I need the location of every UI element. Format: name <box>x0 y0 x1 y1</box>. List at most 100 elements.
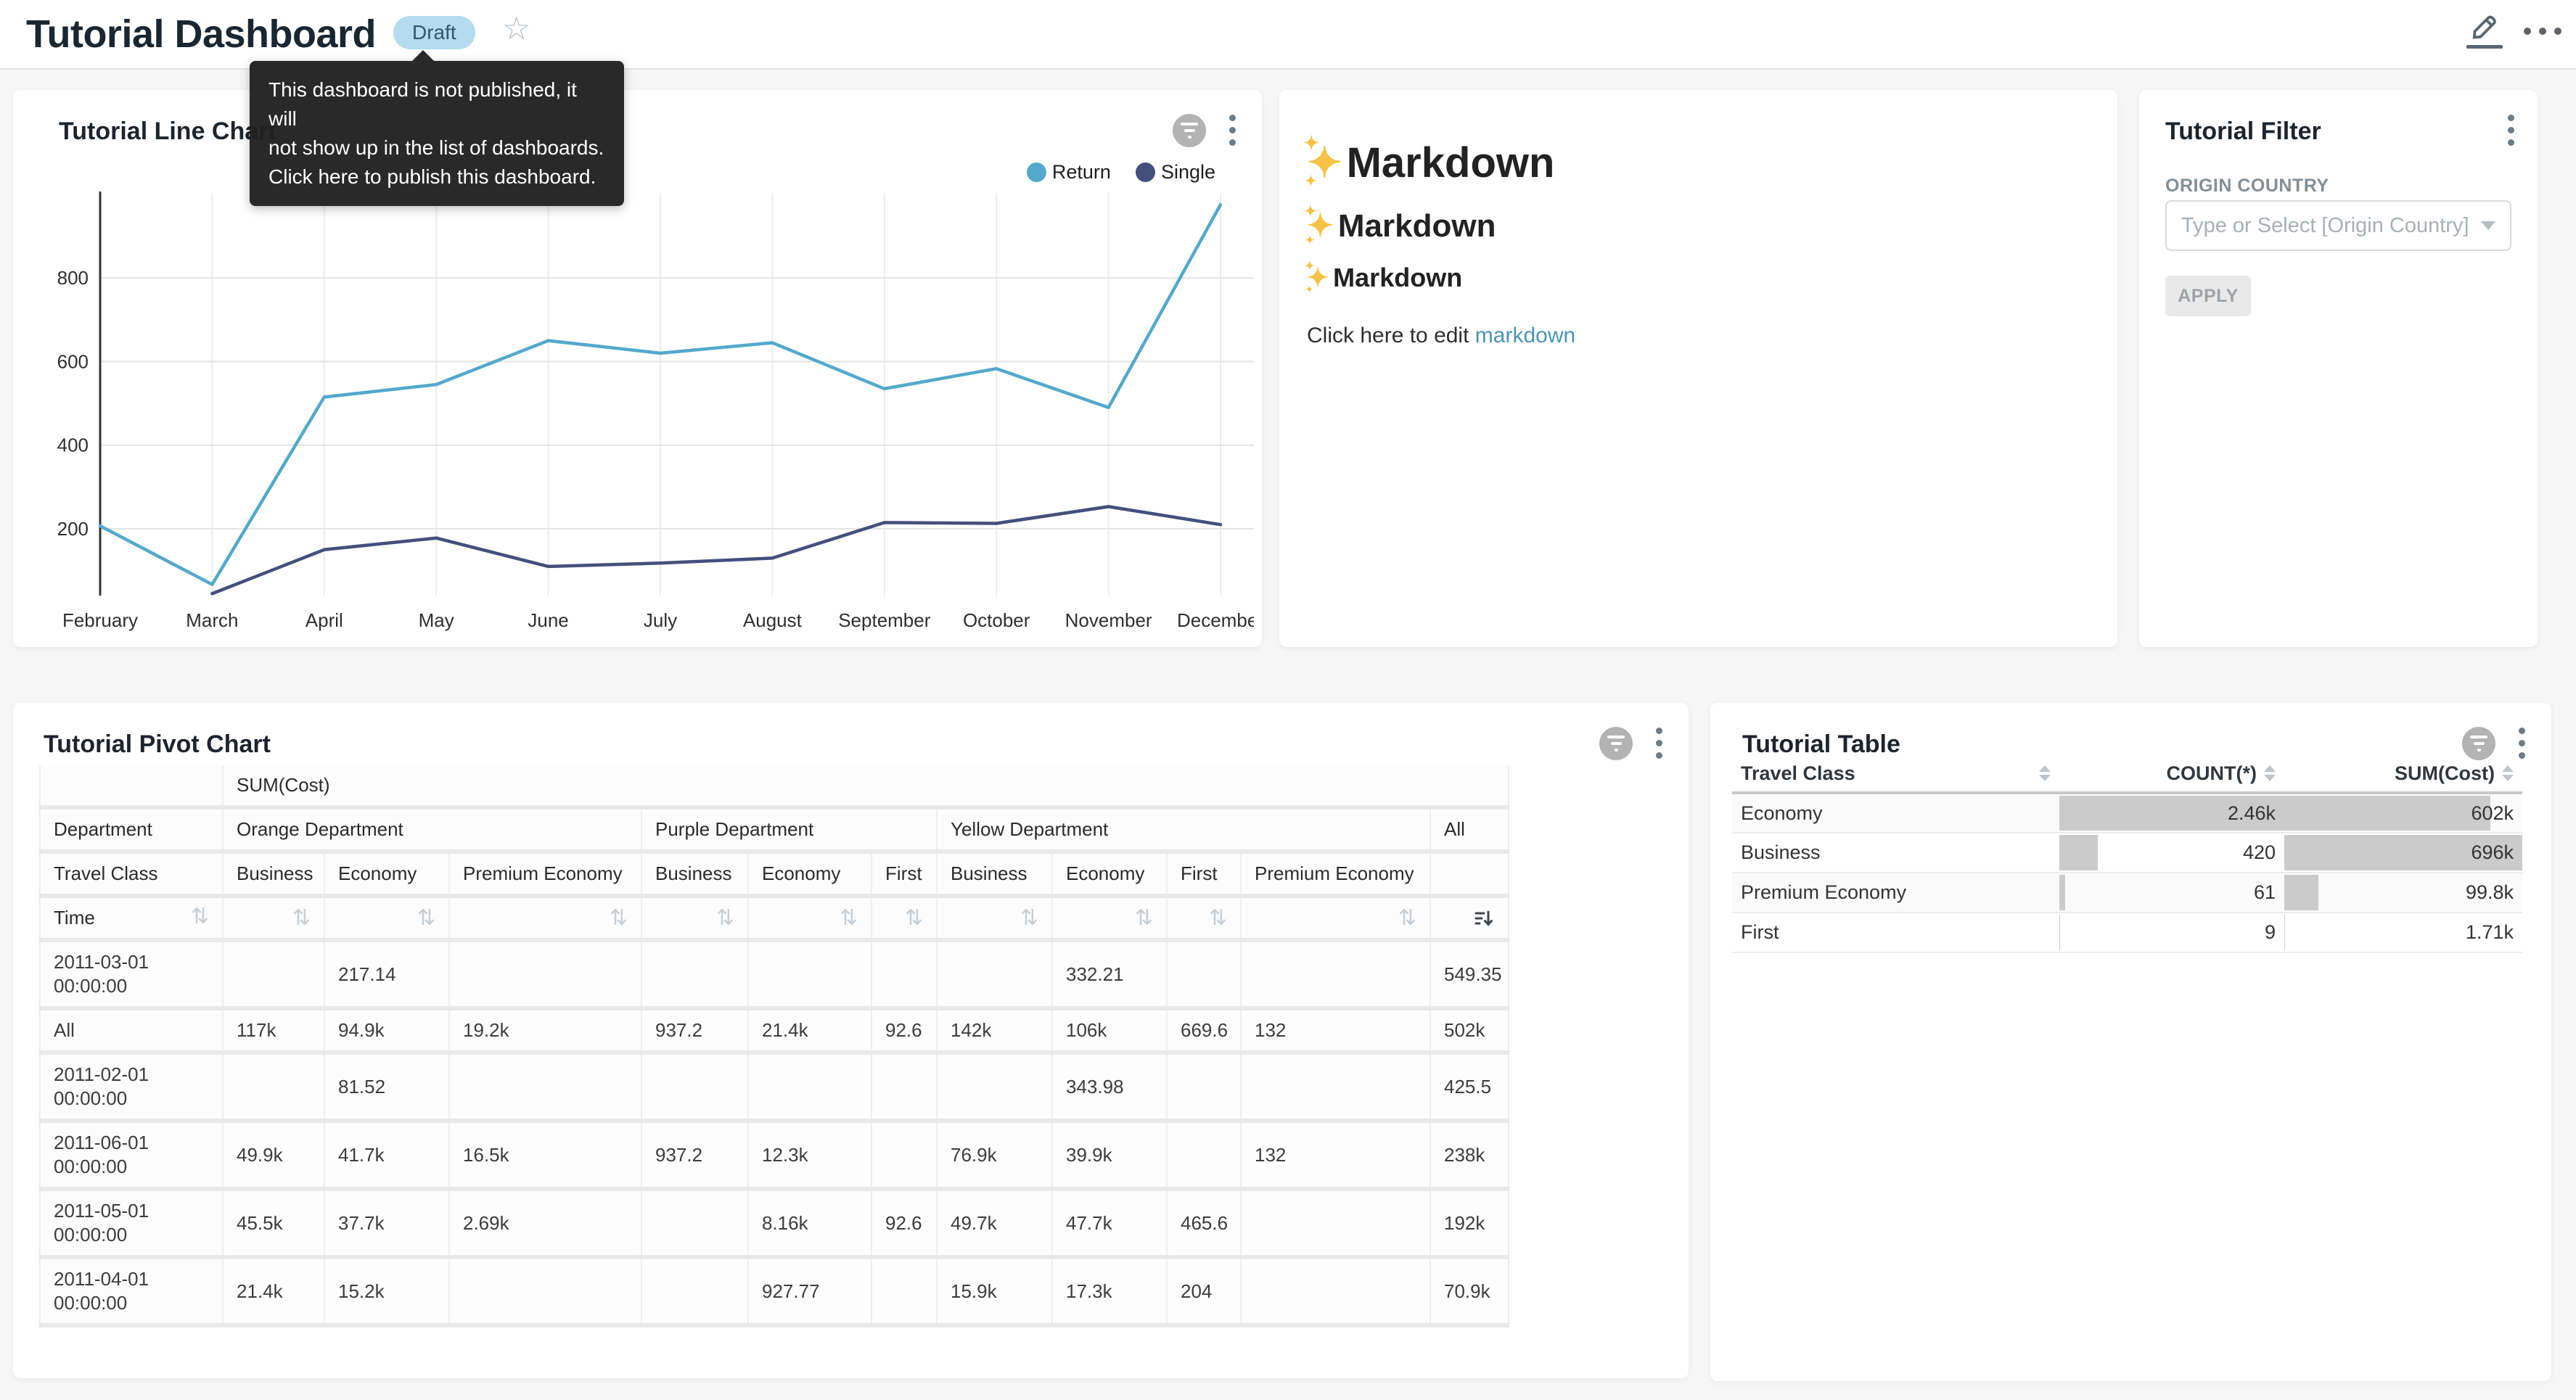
svg-text:600: 600 <box>57 350 89 372</box>
pivot-cell <box>871 1257 937 1325</box>
pivot-class-header: Business <box>641 852 748 896</box>
pivot-group-header: Yellow Department <box>937 807 1430 852</box>
sum-cell: 696k <box>2284 833 2522 873</box>
cell-bar <box>2284 915 2285 950</box>
pivot-cell: 549.35 <box>1430 940 1509 1008</box>
pivot-cell <box>641 1257 748 1325</box>
sort-carets-icon[interactable] <box>2039 765 2051 781</box>
sort-icon[interactable]: ⇅ <box>1020 907 1038 929</box>
table-row: Premium Economy6199.8k <box>1732 873 2522 913</box>
table-column-header[interactable]: COUNT(*) <box>2059 755 2284 793</box>
table-column-header[interactable]: Travel Class <box>1732 755 2059 793</box>
cell-bar <box>2284 875 2318 910</box>
pivot-sort-cell: ⇅ <box>324 896 449 940</box>
travel-class-cell: Economy <box>1732 793 2059 833</box>
legend-item-return[interactable]: Return <box>1027 161 1111 184</box>
pivot-class-header: Economy <box>748 852 871 896</box>
pivot-cell: 81.52 <box>324 1053 449 1121</box>
pivot-group-header: Purple Department <box>641 807 937 852</box>
page-title: Tutorial Dashboard <box>26 12 376 57</box>
favorite-star-icon[interactable]: ☆ <box>502 10 530 47</box>
pivot-row: All117k94.9k19.2k937.221.4k92.6142k106k6… <box>40 1008 1509 1053</box>
table-column-header[interactable]: SUM(Cost) <box>2284 755 2522 793</box>
markdown-edit-link[interactable]: markdown <box>1475 324 1575 347</box>
sort-carets-icon[interactable] <box>2502 765 2514 781</box>
pivot-cell: 465.6 <box>1167 1189 1241 1257</box>
pivot-cell: 927.77 <box>748 1257 871 1325</box>
pivot-chart-title: Tutorial Pivot Chart <box>44 730 271 759</box>
tooltip-arrow <box>412 50 434 61</box>
markdown-paragraph: Click here to edit markdown <box>1307 324 1575 348</box>
pivot-cell: 37.7k <box>324 1189 449 1257</box>
apply-button[interactable]: APPLY <box>2165 276 2251 316</box>
pivot-chart-panel: Tutorial Pivot Chart SUM(Cost)Department… <box>13 703 1689 1378</box>
sort-icon[interactable]: ⇅ <box>840 907 858 929</box>
pivot-cell: 106k <box>1052 1008 1167 1053</box>
chart-menu-icon[interactable] <box>1228 113 1237 147</box>
pivot-cell <box>1241 1257 1430 1325</box>
line-chart-plot[interactable]: 200400600800FebruaryMarchAprilMayJuneJul… <box>42 192 1254 643</box>
sort-icon[interactable]: ⇅ <box>1209 907 1227 929</box>
line-chart-title: Tutorial Line Chart <box>59 118 276 146</box>
pivot-dim-department: Department <box>40 807 223 852</box>
svg-text:400: 400 <box>57 435 89 456</box>
pivot-row: 2011-05-01 00:00:0045.5k37.7k2.69k8.16k9… <box>40 1189 1509 1257</box>
sort-icon[interactable]: ⇅ <box>716 907 734 929</box>
sort-icon[interactable]: ⇅ <box>1135 907 1153 929</box>
pivot-cell <box>223 940 324 1008</box>
pivot-row-label: 2011-03-01 00:00:00 <box>40 940 223 1008</box>
sort-icon[interactable]: ⇅ <box>905 907 923 929</box>
legend-item-single[interactable]: Single <box>1136 161 1215 184</box>
pivot-cell: 502k <box>1430 1008 1509 1053</box>
pivot-cell: 15.2k <box>324 1257 449 1325</box>
svg-text:February: February <box>62 609 138 631</box>
pivot-cell: 132 <box>1241 1121 1430 1189</box>
sort-icon[interactable]: ⇅ <box>191 906 209 928</box>
legend-label: Single <box>1161 161 1215 184</box>
count-cell: 2.46k <box>2059 793 2284 833</box>
table-panel: Tutorial Table Travel ClassCOUNT(*)SUM(C… <box>1710 703 2551 1381</box>
pivot-cell <box>1241 940 1430 1008</box>
sort-icon[interactable]: ⇅ <box>610 907 628 929</box>
markdown-h2: ✦✦✦Markdown <box>1307 207 1496 244</box>
pivot-cell: 2.69k <box>449 1189 641 1257</box>
pivot-cell: 425.5 <box>1430 1053 1509 1121</box>
filter-indicator-icon[interactable] <box>1173 114 1206 147</box>
sort-desc-icon[interactable] <box>1473 907 1495 929</box>
legend-dot-return <box>1027 162 1046 182</box>
filter-menu-icon[interactable] <box>2506 113 2516 147</box>
dashboard-page: Tutorial Dashboard Draft ☆ This dashboar… <box>0 0 2576 1400</box>
table-row: Economy2.46k602k <box>1732 793 2522 833</box>
pivot-row-label: 2011-02-01 00:00:00 <box>40 1053 223 1121</box>
sort-carets-icon[interactable] <box>2264 765 2276 781</box>
cell-bar <box>2059 915 2060 950</box>
markdown-h3: ✦✦✦Markdown <box>1307 263 1462 293</box>
sort-icon[interactable]: ⇅ <box>417 907 435 929</box>
origin-country-select[interactable]: Type or Select [Origin Country] <box>2165 200 2511 251</box>
pivot-cell <box>449 940 641 1008</box>
pivot-table: SUM(Cost)DepartmentOrange DepartmentPurp… <box>39 765 1509 1327</box>
ellipsis-icon[interactable] <box>2524 28 2561 35</box>
pivot-cell: 47.7k <box>1052 1189 1167 1257</box>
pencil-icon <box>2464 10 2505 44</box>
pivot-row-label: All <box>40 1008 223 1053</box>
pivot-cell <box>937 940 1052 1008</box>
table-row: Business420696k <box>1732 833 2522 873</box>
sort-icon[interactable]: ⇅ <box>1398 907 1416 929</box>
pivot-group-header: All <box>1430 807 1509 852</box>
pivot-sort-cell <box>1430 896 1509 940</box>
pivot-sort-cell: ⇅ <box>1241 896 1430 940</box>
pivot-cell <box>1167 940 1241 1008</box>
line-chart-panel: Tutorial Line Chart Return Single 200400… <box>13 90 1262 647</box>
pivot-cell: 76.9k <box>937 1121 1052 1189</box>
sort-icon[interactable]: ⇅ <box>292 907 311 929</box>
draft-badge[interactable]: Draft <box>393 16 475 49</box>
count-cell: 420 <box>2059 833 2284 873</box>
cell-bar <box>2284 796 2490 831</box>
pivot-cell <box>449 1053 641 1121</box>
pivot-cell: 332.21 <box>1052 940 1167 1008</box>
edit-dashboard-button[interactable] <box>2464 10 2505 52</box>
filter-indicator-icon[interactable] <box>1599 727 1633 760</box>
chart-menu-icon[interactable] <box>1654 726 1664 760</box>
pivot-class-header: Economy <box>1052 852 1167 896</box>
